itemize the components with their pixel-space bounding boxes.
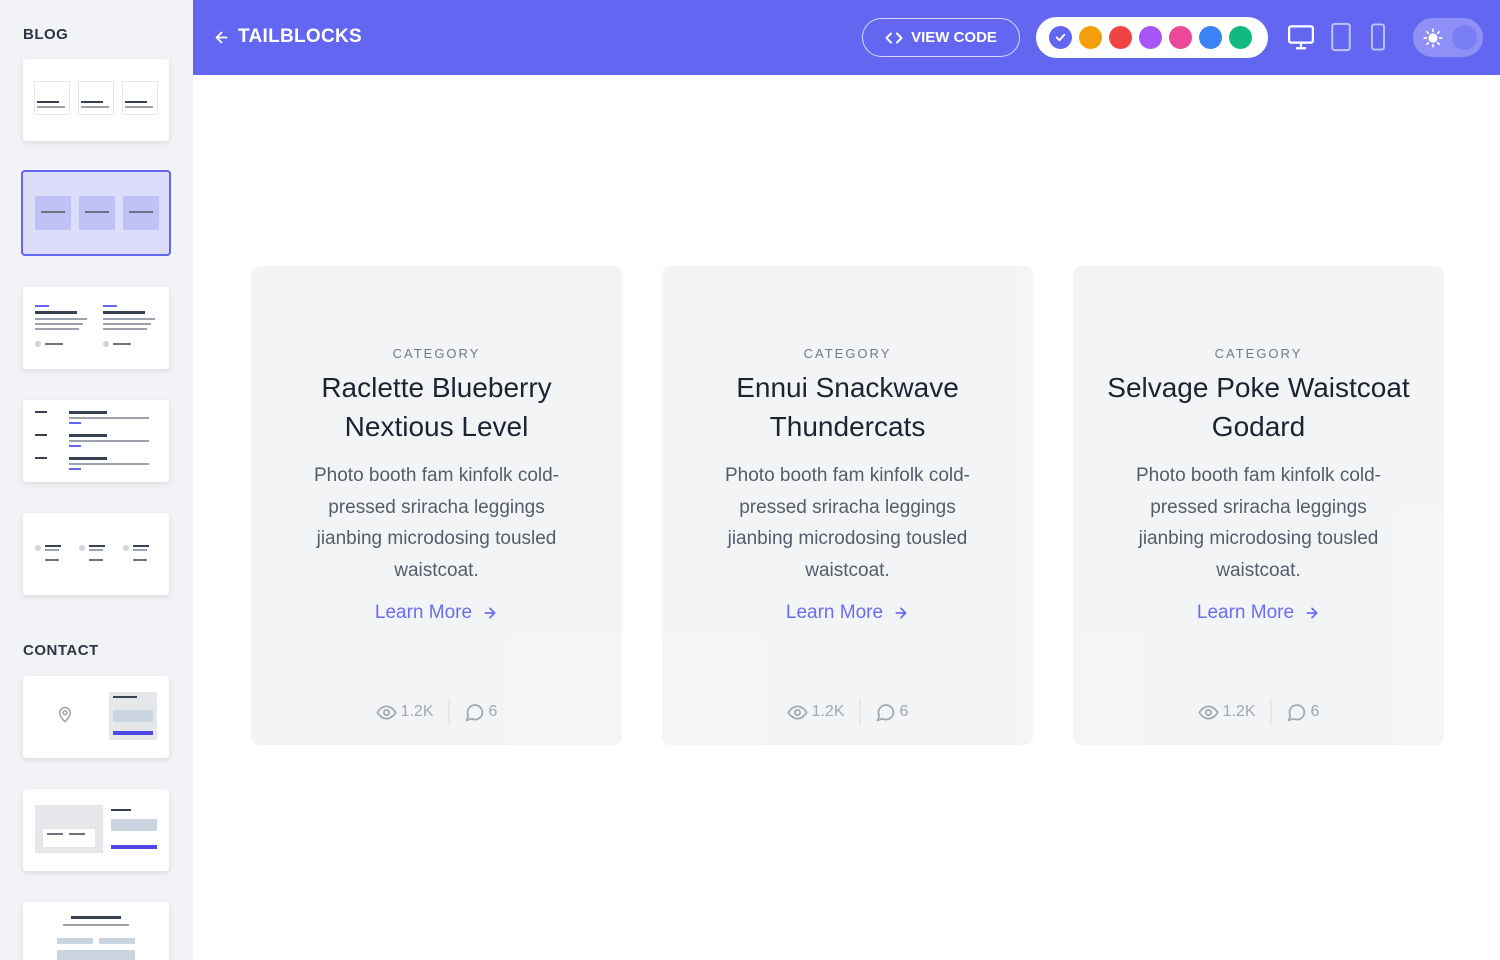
view-code-button[interactable]: VIEW CODE — [862, 18, 1020, 57]
desktop-icon — [1288, 25, 1314, 50]
card-category: CATEGORY — [1214, 346, 1303, 361]
contact-block-thumbnail-3[interactable] — [23, 902, 169, 960]
learn-more-link[interactable]: Learn More — [662, 602, 1033, 624]
sidebar-heading-blog: BLOG — [23, 26, 69, 43]
theme-toggle-knob — [1452, 25, 1477, 50]
phone-view-button[interactable] — [1366, 22, 1390, 52]
card-category: CATEGORY — [392, 346, 481, 361]
blog-block-thumbnail-3[interactable] — [23, 287, 169, 369]
code-brackets-icon — [885, 32, 903, 43]
color-swatch-yellow[interactable] — [1079, 26, 1102, 49]
phone-icon — [1371, 23, 1385, 51]
color-swatch-purple[interactable] — [1139, 26, 1162, 49]
blog-block-thumbnail-4[interactable] — [23, 400, 169, 482]
arrow-left-icon — [215, 31, 228, 43]
checkmark-icon — [1055, 33, 1066, 42]
card-title: Ennui Snackwave Thundercats — [736, 372, 959, 442]
arrow-right-icon — [895, 607, 907, 619]
eye-icon — [786, 704, 808, 720]
learn-more-label: Learn More — [1196, 602, 1295, 623]
comment-icon — [876, 703, 894, 721]
comments-count: 6 — [1310, 703, 1320, 720]
views-stat: 1.2K — [1197, 702, 1256, 723]
views-count: 1.2K — [400, 703, 434, 720]
color-swatch-red[interactable] — [1109, 26, 1132, 49]
blog-block-thumbnail-2-selected[interactable] — [21, 170, 171, 256]
card-description: Photo booth fam kinfolk cold-pressed sri… — [313, 465, 560, 582]
views-count: 1.2K — [811, 703, 845, 720]
blog-block-thumbnail-5[interactable] — [23, 513, 169, 595]
arrow-right-icon — [1306, 607, 1318, 619]
card-title: Raclette Blueberry Nextious Level — [321, 372, 552, 442]
card-description: Photo booth fam kinfolk cold-pressed sri… — [1135, 465, 1382, 582]
card-stats: 1.2K 6 — [251, 698, 622, 726]
blog-card-1: CATEGORY Raclette Blueberry Nextious Lev… — [251, 266, 622, 745]
view-code-label: VIEW CODE — [911, 29, 997, 46]
comments-stat: 6 — [464, 702, 498, 723]
comment-icon — [465, 703, 483, 721]
card-stats: 1.2K 6 — [1073, 698, 1444, 726]
card-stats: 1.2K 6 — [662, 698, 1033, 726]
color-swatch-green[interactable] — [1229, 26, 1252, 49]
comments-count: 6 — [899, 703, 909, 720]
top-header-bar: TAILBLOCKS VIEW CODE — [193, 0, 1500, 75]
views-stat: 1.2K — [375, 702, 434, 723]
stats-divider — [858, 698, 861, 726]
card-title: Selvage Poke Waistcoat Godard — [1107, 372, 1410, 442]
sidebar-heading-contact: CONTACT — [23, 642, 99, 659]
map-pin-icon — [58, 706, 72, 723]
blog-card-3: CATEGORY Selvage Poke Waistcoat Godard P… — [1073, 266, 1444, 745]
theme-toggle[interactable] — [1413, 18, 1483, 57]
blog-card-2: CATEGORY Ennui Snackwave Thundercats Pho… — [662, 266, 1033, 745]
desktop-view-button[interactable] — [1286, 22, 1316, 52]
sun-icon — [1423, 28, 1443, 48]
comment-icon — [1287, 703, 1305, 721]
back-link-label: TAILBLOCKS — [238, 26, 363, 47]
arrow-right-icon — [484, 607, 496, 619]
color-swatch-blue[interactable] — [1199, 26, 1222, 49]
eye-icon — [375, 704, 397, 720]
views-count: 1.2K — [1222, 703, 1256, 720]
learn-more-link[interactable]: Learn More — [251, 602, 622, 624]
comments-count: 6 — [488, 703, 498, 720]
color-swatch-pink[interactable] — [1169, 26, 1192, 49]
card-category: CATEGORY — [803, 346, 892, 361]
color-swatch-indigo-selected[interactable] — [1049, 26, 1072, 49]
comments-stat: 6 — [1286, 702, 1320, 723]
card-description: Photo booth fam kinfolk cold-pressed sri… — [724, 465, 971, 582]
stats-divider — [447, 698, 450, 726]
learn-more-label: Learn More — [374, 602, 473, 623]
contact-block-thumbnail-2[interactable] — [23, 789, 169, 871]
stats-divider — [1269, 698, 1272, 726]
views-stat: 1.2K — [786, 702, 845, 723]
tablet-view-button[interactable] — [1328, 22, 1354, 52]
sidebar: BLOG CONTACT — [0, 0, 193, 960]
contact-block-thumbnail-1[interactable] — [23, 676, 169, 758]
learn-more-label: Learn More — [785, 602, 884, 623]
eye-icon — [1197, 704, 1219, 720]
learn-more-link[interactable]: Learn More — [1073, 602, 1444, 624]
tablet-icon — [1331, 22, 1351, 52]
back-to-tailblocks-link[interactable]: TAILBLOCKS — [213, 26, 362, 48]
color-picker — [1036, 17, 1268, 58]
blog-block-thumbnail-1[interactable] — [23, 59, 169, 141]
comments-stat: 6 — [875, 702, 909, 723]
